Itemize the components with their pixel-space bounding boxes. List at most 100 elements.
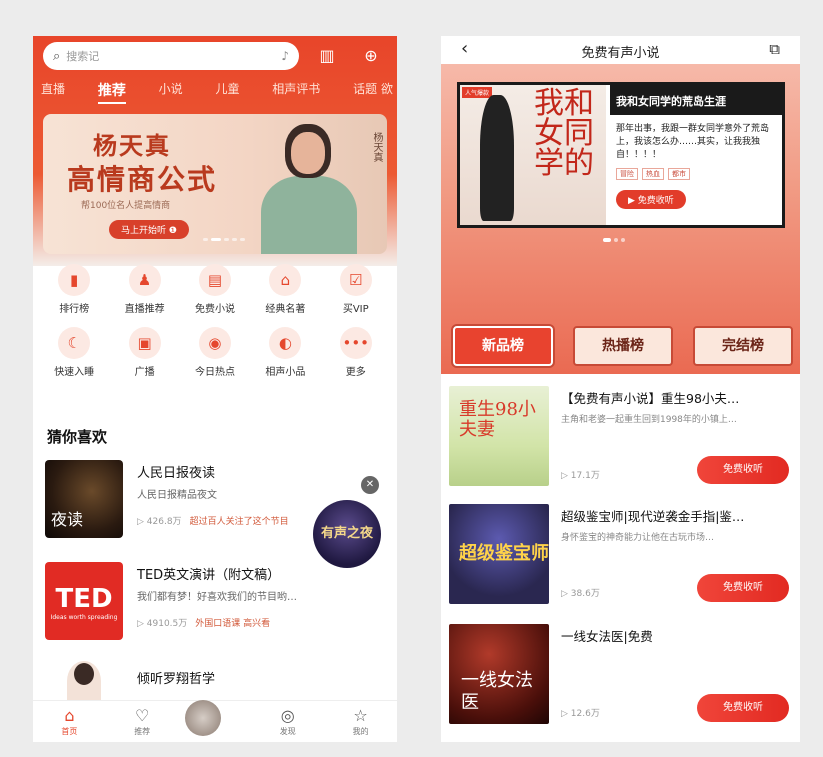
featured-cover: 人气爆款 我和女同学的 bbox=[460, 85, 606, 225]
tab-live[interactable]: 直播 bbox=[41, 80, 65, 104]
page-title: 免费有声小说 bbox=[581, 46, 660, 61]
tab-new[interactable]: 新品榜 bbox=[453, 326, 553, 366]
tab-crosstalk[interactable]: 相声评书 bbox=[272, 80, 320, 104]
book-cover: 一线女法医 bbox=[449, 624, 549, 724]
featured-title: 我和女同学的荒岛生涯 bbox=[610, 85, 782, 115]
category-tabs: 直播 推荐 小说 儿童 相声评书 话题 欲 bbox=[41, 80, 393, 104]
tag-chip[interactable]: 都市 bbox=[668, 168, 690, 180]
search-icon: ⌕ bbox=[53, 48, 61, 64]
quick-entry-grid: ▮ 排行榜 ♟ 直播推荐 ▤ 免费小说 ⌂ 经典名著 ☑ 买VIP ☾ 快速入睡 ▣ 广播 ◉… bbox=[33, 264, 397, 390]
grid-item-crosstalk[interactable]: ◐ 相声小品 bbox=[253, 327, 317, 378]
tag-chip[interactable]: 热血 bbox=[642, 168, 664, 180]
gift-icon[interactable]: ▥ bbox=[315, 44, 339, 68]
search-bar[interactable]: ⌕ 搜索记 ♪ bbox=[43, 42, 299, 70]
nav-center-play[interactable] bbox=[184, 699, 245, 736]
carousel-dots bbox=[603, 238, 625, 242]
banner-name: 杨天真 bbox=[93, 131, 171, 160]
search-input[interactable]: 搜索记 bbox=[66, 48, 281, 64]
book-plays: ▷ 12.6万 bbox=[561, 709, 600, 719]
tab-finished[interactable]: 完结榜 bbox=[693, 326, 793, 366]
promo-banner[interactable]: 杨天真 高情商公式 帮100位名人提高情商 马上开始听 ❶ 杨天真 bbox=[43, 114, 387, 254]
moon-icon: ☾ bbox=[58, 327, 91, 359]
free-listen-button[interactable]: ▶ 免费收听 bbox=[616, 190, 686, 209]
grid-item-radio[interactable]: ▣ 广播 bbox=[113, 327, 177, 378]
tab-hot[interactable]: 热播榜 bbox=[573, 326, 673, 366]
grid-item-vip[interactable]: ☑ 买VIP bbox=[324, 264, 388, 315]
center-play-icon bbox=[184, 699, 221, 736]
close-icon[interactable]: ✕ bbox=[361, 476, 379, 494]
book-title: 【免费有声小说】重生98小夫… bbox=[561, 391, 740, 406]
nav-profile[interactable]: ☆ 我的 bbox=[331, 706, 391, 737]
free-listen-button[interactable]: 免费收听 bbox=[697, 456, 789, 484]
book-cover: 超级鉴宝师 bbox=[449, 504, 549, 604]
banner-listen-button[interactable]: 马上开始听 ❶ bbox=[109, 220, 189, 239]
free-listen-button[interactable]: 免费收听 bbox=[697, 694, 789, 722]
grid-item-live[interactable]: ♟ 直播推荐 bbox=[113, 264, 177, 315]
avatar bbox=[67, 661, 101, 701]
featured-desc: 那年出事，我跟一群女同学意外了荒岛上，我该怎么办……其实，让我我独自！！！！ bbox=[616, 124, 770, 160]
home-icon: ⌂ bbox=[64, 706, 75, 725]
bottom-nav: ⌂ 首页 ♡ 推荐 ◎ 发现 ☆ 我的 bbox=[33, 699, 397, 742]
nav-recommend[interactable]: ♡ 推荐 bbox=[112, 706, 172, 737]
tab-novel[interactable]: 小说 bbox=[159, 80, 183, 104]
tab-recommend[interactable]: 推荐 bbox=[97, 80, 126, 104]
right-app-screen: ‹ 免费有声小说 ⧉ 人气爆款 我和女同学的 我和女同学的荒岛生涯 那年出事，我… bbox=[441, 36, 800, 742]
grid-item-classics[interactable]: ⌂ 经典名著 bbox=[253, 264, 317, 315]
grid-item-hot[interactable]: ◉ 今日热点 bbox=[183, 327, 247, 378]
hero-section: 人气爆款 我和女同学的 我和女同学的荒岛生涯 那年出事，我跟一群女同学意外了荒岛… bbox=[441, 64, 800, 374]
banner-title: 高情商公式 bbox=[67, 163, 218, 196]
rec-cover: 夜读 bbox=[45, 460, 123, 538]
left-app-screen: ⌕ 搜索记 ♪ ▥ ⊕ 直播 推荐 小说 儿童 相声评书 话题 欲 杨天真 高情… bbox=[33, 36, 397, 742]
book-desc: 身怀鉴宝的神奇能力让他在古玩市场… bbox=[561, 533, 715, 543]
grid-item-sleep[interactable]: ☾ 快速入睡 bbox=[42, 327, 106, 378]
rank-tabs: 新品榜 热播榜 完结榜 bbox=[453, 326, 793, 366]
heart-icon: ♡ bbox=[135, 706, 150, 725]
banner-host-photo bbox=[253, 120, 363, 254]
rec-title: TED英文演讲（附文稿） bbox=[137, 568, 281, 583]
banner-side-text: 杨天真 bbox=[371, 132, 382, 162]
classic-icon: ⌂ bbox=[269, 264, 302, 296]
tab-kids[interactable]: 儿童 bbox=[215, 80, 239, 104]
tab-topic[interactable]: 话题 欲 bbox=[353, 80, 393, 104]
list-item[interactable]: 一线女法医 一线女法医|免费 ▷ 12.6万 免费收听 bbox=[449, 624, 794, 728]
live-icon: ♟ bbox=[128, 264, 161, 296]
grid-item-ranking[interactable]: ▮ 排行榜 bbox=[42, 264, 106, 315]
featured-info: 我和女同学的荒岛生涯 那年出事，我跟一群女同学意外了荒岛上，我该怎么办……其实，… bbox=[610, 85, 782, 225]
featured-tags: 冒险 热血 都市 bbox=[616, 168, 776, 180]
grid-item-free-novel[interactable]: ▤ 免费小说 bbox=[183, 264, 247, 315]
rec-title: 人民日报夜读 bbox=[137, 466, 216, 481]
fan-icon: ◐ bbox=[269, 327, 302, 359]
featured-book-card[interactable]: 人气爆款 我和女同学的 我和女同学的荒岛生涯 那年出事，我跟一群女同学意外了荒岛… bbox=[457, 82, 785, 228]
book-cover: 重生98小夫妻 bbox=[449, 386, 549, 486]
list-item[interactable]: TED Ideas worth spreading TED英文演讲（附文稿） 我们… bbox=[45, 562, 385, 646]
rec-desc: 人民日报精品夜文 bbox=[137, 490, 217, 501]
list-item[interactable]: 超级鉴宝师 超级鉴宝师|现代逆袭金手指|鉴… 身怀鉴宝的神奇能力让他在古玩市场…… bbox=[449, 504, 794, 608]
book-plays: ▷ 38.6万 bbox=[561, 589, 600, 599]
rec-meta: ▷ 4910.5万 外国口语课 高兴看 bbox=[137, 619, 271, 629]
rec-title[interactable]: 倾听罗翔哲学 bbox=[137, 668, 215, 687]
hot-icon: ◉ bbox=[198, 327, 231, 359]
rec-cover: TED Ideas worth spreading bbox=[45, 562, 123, 640]
cover-title: 我和女同学的 bbox=[534, 86, 594, 181]
book-list: 重生98小夫妻 【免费有声小说】重生98小夫… 主角和老婆一起重生回到1998年… bbox=[441, 374, 800, 742]
nav-home[interactable]: ⌂ 首页 bbox=[39, 706, 99, 737]
chart-icon: ▮ bbox=[58, 264, 91, 296]
grid-item-more[interactable]: ••• 更多 bbox=[324, 327, 388, 378]
add-icon[interactable]: ⊕ bbox=[359, 44, 383, 68]
radio-icon: ▣ bbox=[128, 327, 161, 359]
cover-tag: 人气爆款 bbox=[462, 87, 493, 98]
book-title: 超级鉴宝师|现代逆袭金手指|鉴… bbox=[561, 509, 745, 524]
banner-subtitle: 帮100位名人提高情商 bbox=[81, 201, 171, 211]
tag-chip[interactable]: 冒险 bbox=[616, 168, 638, 180]
list-item[interactable]: 重生98小夫妻 【免费有声小说】重生98小夫… 主角和老婆一起重生回到1998年… bbox=[449, 386, 794, 490]
share-icon[interactable]: ⧉ bbox=[769, 40, 780, 58]
free-listen-button[interactable]: 免费收听 bbox=[697, 574, 789, 602]
nav-discover[interactable]: ◎ 发现 bbox=[258, 706, 318, 737]
discover-icon: ◎ bbox=[280, 706, 295, 725]
rec-meta: ▷ 426.8万 超过百人关注了这个节目 bbox=[137, 517, 289, 527]
profile-icon: ☆ bbox=[353, 706, 368, 725]
mic-icon[interactable]: ♪ bbox=[281, 49, 289, 63]
book-title: 一线女法医|免费 bbox=[561, 629, 653, 644]
section-title: 猜你喜欢 bbox=[47, 428, 108, 446]
floating-promo-badge[interactable]: 有声之夜 bbox=[313, 500, 381, 568]
